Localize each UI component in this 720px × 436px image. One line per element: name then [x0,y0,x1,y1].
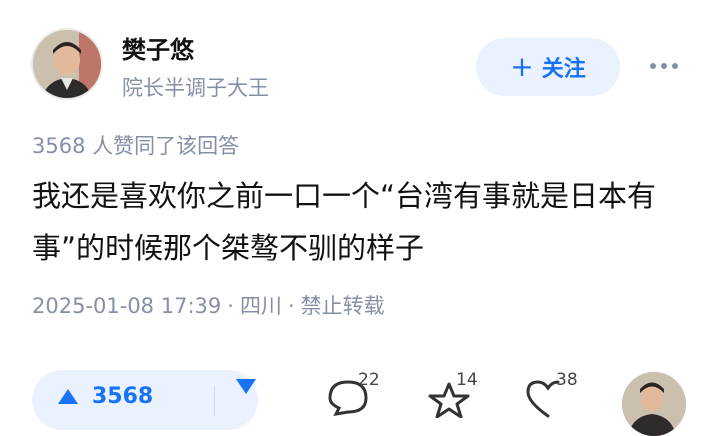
plus-icon: + [510,50,534,83]
comment-count: 22 [358,370,380,390]
likes-note: 3568 人赞同了该回答 [32,134,240,158]
vote-divider [214,386,215,416]
author-bio: 院长半调子大王 [122,76,269,100]
vote-pill: 3568 [32,370,258,430]
comment-button[interactable]: 22 [326,368,380,418]
upvote-count: 3568 [92,384,154,409]
follow-button-label: 关注 [541,57,586,82]
follow-button[interactable]: + 关注 [476,38,620,96]
meta-separator: · [287,294,295,318]
person-avatar-icon [33,30,101,98]
ellipsis-icon [650,63,656,69]
more-options-button[interactable] [644,52,684,80]
answer-location: 四川 [239,294,282,318]
repost-policy: 禁止转载 [300,294,385,318]
downvote-arrow-icon [236,379,256,413]
person-avatar-icon [622,372,686,436]
answer-meta: 2025-01-08 17:39 · 四川 · 禁止转载 [32,290,385,320]
like-count: 38 [556,370,578,390]
action-bar: 3568 22 14 38 [0,360,720,436]
upvote-arrow-icon [58,389,78,404]
ellipsis-dot [661,63,667,69]
meta-separator: · [227,294,234,318]
like-button[interactable]: 38 [524,368,578,418]
upvote-button[interactable]: 3568 [32,384,153,409]
author-avatar[interactable] [31,28,103,100]
favorite-button[interactable]: 14 [424,368,478,418]
favorite-count: 14 [456,370,478,390]
answer-header: 樊子悠 院长半调子大王 + 关注 [0,0,720,120]
answer-date: 2025-01-08 17:39 [32,294,222,318]
current-user-avatar[interactable] [622,372,686,436]
author-name[interactable]: 樊子悠 [122,30,194,65]
downvote-button[interactable] [236,379,256,413]
answer-content: 我还是喜欢你之前一口一个“台湾有事就是日本有事”的时候那个桀骜不驯的样子 [32,179,657,265]
ellipsis-dot [672,63,678,69]
